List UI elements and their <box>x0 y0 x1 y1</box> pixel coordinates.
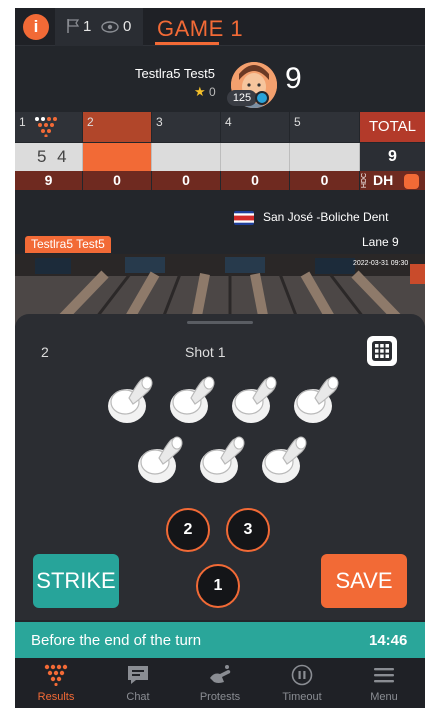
pin-6[interactable] <box>261 436 307 484</box>
standing-pin-1[interactable]: 1 <box>196 564 240 608</box>
protest-icon <box>210 665 231 683</box>
flag-count: 1 <box>83 18 92 35</box>
flag-icon <box>67 19 80 33</box>
player-tag: Testlra5 Test5 <box>25 236 111 253</box>
keypad-button[interactable] <box>367 336 397 366</box>
frame-total: 0 <box>182 172 190 188</box>
top-bar: i 1 0 GAME 1 <box>15 8 425 46</box>
frame-balls: 5 4 <box>37 147 70 166</box>
star-count: 0 <box>209 85 216 99</box>
tab-game-1[interactable]: GAME 1 <box>157 16 243 42</box>
game-stats: 1 0 <box>55 8 143 46</box>
nav-results[interactable]: Results <box>15 658 97 708</box>
frame-number: 1 <box>19 115 26 129</box>
player-score: 9 <box>285 62 302 95</box>
venue-name: San José -Boliche Dent <box>263 210 389 224</box>
timer-message: Before the end of the turn <box>31 632 202 649</box>
pause-icon <box>291 664 313 686</box>
pin-5[interactable] <box>199 436 245 484</box>
strike-button[interactable]: STRIKE <box>33 554 119 608</box>
hdc-label: HDC <box>361 173 368 189</box>
eye-icon <box>101 21 119 33</box>
globe-icon <box>255 91 269 105</box>
keypad-icon <box>372 341 392 361</box>
player-name: Testlra5 Test5 <box>135 66 215 81</box>
chat-icon <box>128 666 148 684</box>
pins-mini-icon <box>35 117 57 137</box>
pin-10[interactable] <box>293 376 339 424</box>
nav-chat[interactable]: Chat <box>97 658 179 708</box>
lane-label: Lane 9 <box>362 235 399 249</box>
shot-entry-panel: 2 Shot 1 2 3 1 STRIKE SAVE <box>15 314 425 620</box>
costa-rica-flag-icon <box>234 211 254 225</box>
frame-5[interactable]: 5 0 <box>290 112 360 190</box>
frame-number: 5 <box>294 115 301 129</box>
save-button[interactable]: SAVE <box>321 554 407 608</box>
frame-total: 0 <box>251 172 259 188</box>
nav-timeout[interactable]: Timeout <box>261 658 343 708</box>
scorecard: 1 5 4 9 2 0 3 0 4 0 5 0 TOTAL 9 HDC DH <box>15 112 425 190</box>
total-value: 9 <box>360 143 425 171</box>
camera-timestamp: 2022-03-31 09:30 <box>353 260 409 267</box>
total-column: TOTAL 9 HDC DH <box>360 112 425 190</box>
star-icon: ★ <box>194 84 206 99</box>
dh-badge-icon[interactable] <box>404 174 419 189</box>
pin-deck <box>107 376 339 484</box>
frame-number: 2 <box>87 115 94 129</box>
turn-timer-bar: Before the end of the turn 14:46 <box>15 622 425 658</box>
nav-menu[interactable]: Menu <box>343 658 425 708</box>
shot-label: Shot 1 <box>185 344 226 360</box>
timer-value: 14:46 <box>369 632 408 649</box>
frame-4[interactable]: 4 0 <box>221 112 290 190</box>
frame-1[interactable]: 1 5 4 9 <box>15 112 83 190</box>
viewer-count: 0 <box>123 18 132 35</box>
dh-label: DH <box>373 172 394 188</box>
pin-8[interactable] <box>169 376 215 424</box>
menu-icon <box>374 668 394 683</box>
pin-7[interactable] <box>107 376 153 424</box>
bottom-nav: Results Chat Protests Timeout Menu <box>15 658 425 708</box>
standing-pin-2[interactable]: 2 <box>166 508 210 552</box>
frame-total: 0 <box>113 172 121 188</box>
avatar-level-badge: 125 <box>227 90 257 106</box>
frame-total: 9 <box>44 172 53 188</box>
pins-icon <box>44 664 68 686</box>
drag-handle[interactable] <box>187 321 253 324</box>
frame-number: 3 <box>156 115 163 129</box>
info-button[interactable]: i <box>23 14 49 40</box>
frame-2[interactable]: 2 0 <box>83 112 152 190</box>
pin-9[interactable] <box>231 376 277 424</box>
frame-total: 0 <box>320 172 329 188</box>
frame-3[interactable]: 3 0 <box>152 112 221 190</box>
shot-frame-number: 2 <box>41 344 49 360</box>
frame-number: 4 <box>225 115 232 129</box>
active-tab-indicator <box>155 42 219 45</box>
nav-protests[interactable]: Protests <box>179 658 261 708</box>
total-header: TOTAL <box>360 112 425 142</box>
standing-pin-3[interactable]: 3 <box>226 508 270 552</box>
app-screen: i 1 0 GAME 1 Testlra5 Test5 ★ 0 125 9 1 … <box>15 8 425 708</box>
pin-4[interactable] <box>137 436 183 484</box>
